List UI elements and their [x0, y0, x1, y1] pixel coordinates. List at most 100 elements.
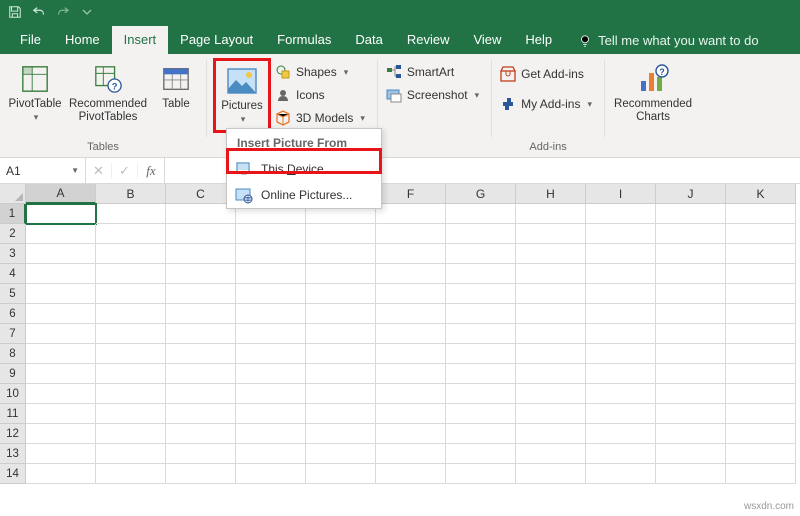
cell[interactable] [96, 224, 166, 244]
cell[interactable] [516, 324, 586, 344]
row-header[interactable]: 11 [0, 404, 26, 424]
3d-models-button[interactable]: 3D Models▾ [273, 108, 371, 128]
cell[interactable] [166, 224, 236, 244]
cell[interactable] [376, 244, 446, 264]
tab-data[interactable]: Data [343, 26, 394, 54]
cell[interactable] [306, 404, 376, 424]
tab-home[interactable]: Home [53, 26, 112, 54]
cell[interactable] [376, 324, 446, 344]
cell[interactable] [446, 344, 516, 364]
cell[interactable] [306, 224, 376, 244]
tab-review[interactable]: Review [395, 26, 462, 54]
cell[interactable] [726, 264, 796, 284]
shapes-button[interactable]: Shapes▾ [273, 62, 371, 82]
row-header[interactable]: 10 [0, 384, 26, 404]
cell[interactable] [446, 424, 516, 444]
cell[interactable] [96, 464, 166, 484]
fx-icon[interactable]: fx [138, 163, 164, 179]
cell[interactable] [446, 464, 516, 484]
row-header[interactable]: 2 [0, 224, 26, 244]
cell[interactable] [446, 284, 516, 304]
column-header[interactable]: K [726, 184, 796, 204]
column-header[interactable]: F [376, 184, 446, 204]
row-header[interactable]: 14 [0, 464, 26, 484]
cell[interactable] [26, 444, 96, 464]
cell[interactable] [656, 384, 726, 404]
cell[interactable] [236, 244, 306, 264]
row-header[interactable]: 13 [0, 444, 26, 464]
cell[interactable] [166, 284, 236, 304]
cell[interactable] [96, 244, 166, 264]
column-header[interactable]: I [586, 184, 656, 204]
recommended-pivottables-button[interactable]: ? Recommended PivotTables [66, 58, 150, 129]
cell[interactable] [26, 264, 96, 284]
cell[interactable] [516, 444, 586, 464]
cell[interactable] [26, 204, 96, 224]
tab-insert[interactable]: Insert [112, 26, 169, 54]
cell[interactable] [166, 344, 236, 364]
row-header[interactable]: 1 [0, 204, 26, 224]
cell[interactable] [306, 344, 376, 364]
cell[interactable] [726, 324, 796, 344]
cell[interactable] [306, 384, 376, 404]
cell[interactable] [236, 344, 306, 364]
cell[interactable] [306, 444, 376, 464]
cell[interactable] [236, 324, 306, 344]
cell[interactable] [516, 404, 586, 424]
cell[interactable] [236, 424, 306, 444]
cell[interactable] [166, 244, 236, 264]
tab-formulas[interactable]: Formulas [265, 26, 343, 54]
cell[interactable] [586, 464, 656, 484]
cell[interactable] [656, 364, 726, 384]
cell[interactable] [306, 464, 376, 484]
name-box[interactable]: A1▼ [0, 158, 86, 183]
cell[interactable] [26, 364, 96, 384]
cell[interactable] [656, 244, 726, 264]
cell[interactable] [586, 444, 656, 464]
cell[interactable] [26, 244, 96, 264]
cell[interactable] [586, 364, 656, 384]
cell[interactable] [26, 424, 96, 444]
cell[interactable] [26, 464, 96, 484]
cell[interactable] [726, 284, 796, 304]
column-header[interactable]: A [26, 184, 96, 204]
cell[interactable] [726, 244, 796, 264]
cell[interactable] [586, 304, 656, 324]
cancel-formula-icon[interactable]: ✕ [86, 163, 112, 179]
screenshot-button[interactable]: Screenshot▾ [384, 85, 485, 105]
cell[interactable] [376, 464, 446, 484]
tab-file[interactable]: File [8, 26, 53, 54]
cell[interactable] [516, 224, 586, 244]
row-header[interactable]: 12 [0, 424, 26, 444]
cell[interactable] [586, 224, 656, 244]
cell[interactable] [516, 304, 586, 324]
cell[interactable] [446, 304, 516, 324]
cell[interactable] [166, 404, 236, 424]
cell[interactable] [376, 364, 446, 384]
cell[interactable] [446, 364, 516, 384]
row-header[interactable]: 8 [0, 344, 26, 364]
cell[interactable] [376, 424, 446, 444]
cell[interactable] [26, 304, 96, 324]
cell[interactable] [516, 204, 586, 224]
cell[interactable] [516, 424, 586, 444]
cell[interactable] [586, 384, 656, 404]
cell[interactable] [516, 364, 586, 384]
cell[interactable] [236, 264, 306, 284]
cell[interactable] [376, 444, 446, 464]
cell[interactable] [726, 344, 796, 364]
cell[interactable] [306, 304, 376, 324]
cell[interactable] [726, 404, 796, 424]
cell[interactable] [656, 264, 726, 284]
cell[interactable] [656, 404, 726, 424]
cell[interactable] [656, 304, 726, 324]
cell[interactable] [96, 264, 166, 284]
cell[interactable] [26, 384, 96, 404]
cell[interactable] [306, 424, 376, 444]
cell[interactable] [446, 384, 516, 404]
cell[interactable] [586, 284, 656, 304]
cell[interactable] [236, 464, 306, 484]
cell[interactable] [376, 344, 446, 364]
cell[interactable] [26, 224, 96, 244]
cell[interactable] [376, 384, 446, 404]
